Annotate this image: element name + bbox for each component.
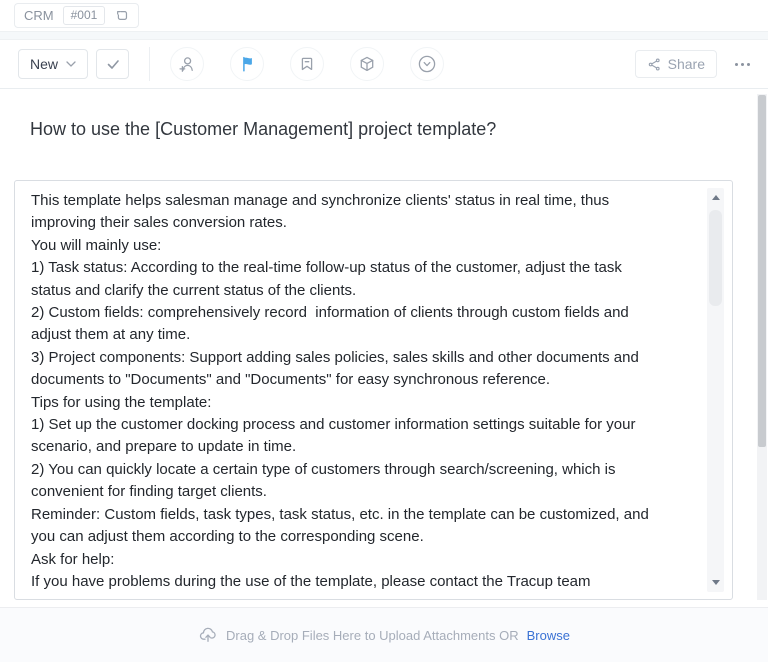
description-scrollbar[interactable] (707, 188, 724, 592)
page-scrollbar-thumb[interactable] (758, 95, 766, 447)
task-reference-group: CRM #001 (14, 3, 139, 28)
task-content: How to use the [Customer Management] pro… (0, 89, 768, 607)
task-toolbar: New (0, 40, 768, 89)
new-button-label: New (30, 56, 58, 72)
note-line: you can adjust them according to the cor… (31, 526, 686, 548)
note-line: 1) Set up the customer docking process a… (31, 414, 686, 436)
check-icon (104, 55, 122, 73)
note-line: Ask for help: (31, 549, 686, 571)
version-button[interactable] (410, 47, 444, 81)
new-button[interactable]: New (18, 49, 88, 79)
dropzone-text: Drag & Drop Files Here to Upload Attachm… (226, 628, 519, 643)
description-field[interactable]: This template helps salesman manage and … (14, 180, 733, 600)
top-reference-bar: CRM #001 (0, 0, 768, 31)
note-line: Reminder: Custom fields, task types, tas… (31, 504, 686, 526)
components-button[interactable] (350, 47, 384, 81)
attachment-dropzone[interactable]: Drag & Drop Files Here to Upload Attachm… (0, 607, 768, 662)
flag-icon (237, 54, 257, 74)
note-line: 2) You can quickly locate a certain type… (31, 459, 686, 481)
assign-user-button[interactable] (170, 47, 204, 81)
note-line: convenient for finding target clients. (31, 481, 686, 503)
scroll-up-arrow-icon[interactable] (712, 195, 720, 200)
user-add-icon (177, 54, 197, 74)
share-button-label: Share (668, 56, 705, 72)
description-text[interactable]: This template helps salesman manage and … (31, 190, 686, 591)
note-line: 1) Task status: According to the real-ti… (31, 257, 686, 279)
project-label: CRM (24, 8, 54, 23)
share-nodes-icon (647, 57, 661, 72)
note-line: This template helps salesman manage and … (31, 190, 686, 212)
task-detail-page: CRM #001 New (0, 0, 768, 662)
chevron-circle-icon (417, 54, 437, 74)
note-line: scenario, and prepare to update in time. (31, 436, 686, 458)
note-line: adjust them at any time. (31, 324, 686, 346)
description-scrollbar-thumb[interactable] (709, 210, 722, 306)
toolbar-divider (149, 47, 150, 81)
browse-link[interactable]: Browse (527, 628, 570, 643)
share-button[interactable]: Share (635, 50, 717, 78)
section-gap (0, 31, 768, 40)
chevron-down-icon (66, 61, 76, 67)
more-actions-button[interactable] (731, 57, 754, 72)
bookmark-icon (297, 54, 317, 74)
note-line: documents to "Documents" and "Documents"… (31, 369, 686, 391)
priority-flag-button[interactable] (230, 47, 264, 81)
complete-task-button[interactable] (96, 49, 129, 79)
expand-icon[interactable] (114, 8, 129, 23)
cube-icon (357, 54, 377, 74)
scroll-down-arrow-icon[interactable] (712, 580, 720, 585)
page-scrollbar[interactable] (757, 94, 767, 600)
note-line: You will mainly use: (31, 235, 686, 257)
note-line: 2) Custom fields: comprehensively record… (31, 302, 686, 324)
task-id-badge: #001 (63, 6, 106, 25)
note-line: improving their sales conversion rates. (31, 212, 686, 234)
note-line: Tips for using the template: (31, 392, 686, 414)
note-line: If you have problems during the use of t… (31, 571, 686, 591)
cloud-upload-icon (198, 625, 218, 645)
note-line: 3) Project components: Support adding sa… (31, 347, 686, 369)
note-line: status and clarify the current status of… (31, 280, 686, 302)
task-title[interactable]: How to use the [Customer Management] pro… (0, 89, 768, 140)
bookmark-button[interactable] (290, 47, 324, 81)
